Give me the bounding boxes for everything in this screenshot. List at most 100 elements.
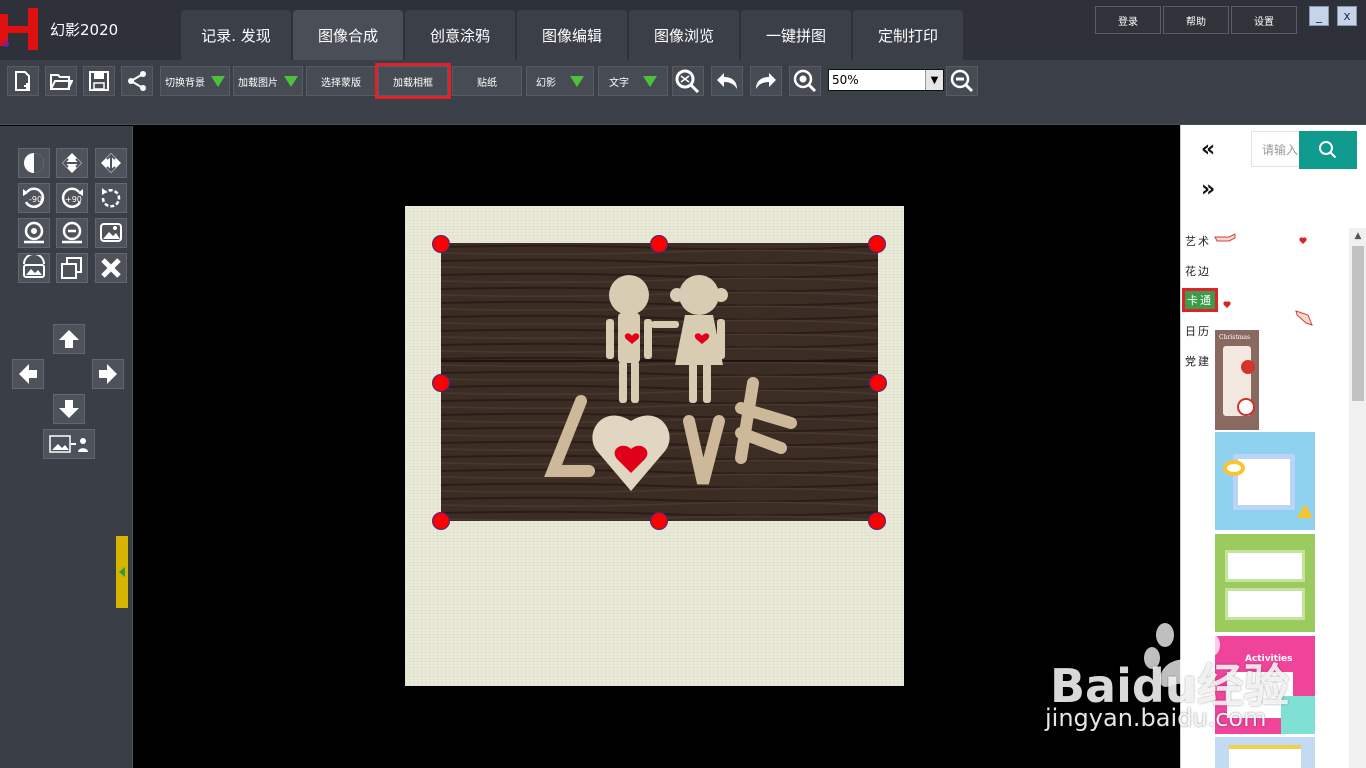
resize-handle-left[interactable] bbox=[432, 374, 450, 392]
category-calendar[interactable]: 日历 bbox=[1185, 323, 1211, 339]
move-left-button[interactable] bbox=[12, 359, 44, 389]
move-right-button[interactable] bbox=[92, 359, 124, 389]
pointing-hand-decoration-icon bbox=[1214, 233, 1236, 242]
select-template-button[interactable]: 选择蒙版 bbox=[306, 66, 376, 96]
copy-layer-button[interactable] bbox=[56, 253, 88, 283]
sticker-button[interactable]: 贴纸 bbox=[452, 66, 522, 96]
tab-custom-print[interactable]: 定制打印 bbox=[853, 10, 963, 60]
resize-handle-top-left[interactable] bbox=[432, 235, 450, 253]
magic-search-icon bbox=[675, 69, 700, 93]
small-heart-icon bbox=[1299, 237, 1307, 244]
app-title: 幻影2020 bbox=[50, 21, 119, 39]
share-button[interactable] bbox=[121, 66, 153, 96]
scroll-up-icon[interactable]: ▲ bbox=[1349, 228, 1366, 244]
zoom-out-button[interactable] bbox=[946, 66, 978, 96]
move-up-button[interactable] bbox=[53, 324, 85, 354]
tab-image-edit[interactable]: 图像编辑 bbox=[517, 10, 627, 60]
settings-button[interactable]: 设置 bbox=[1231, 6, 1297, 34]
rotate-right-icon: +90 bbox=[61, 187, 83, 208]
minimize-button[interactable]: _ bbox=[1309, 6, 1329, 26]
app-window: 幻影2020 记录. 发现 图像合成 创意涂鸦 图像编辑 图像浏览 一键拼图 定… bbox=[0, 0, 1366, 768]
new-file-button[interactable] bbox=[7, 66, 39, 96]
rotate-right-button[interactable]: +90 bbox=[56, 183, 88, 213]
frame-thumbnail-partial[interactable] bbox=[1215, 737, 1315, 768]
load-frame-button[interactable]: 加载相框 bbox=[375, 63, 451, 99]
resize-handle-top-right[interactable] bbox=[868, 235, 886, 253]
flip-horizontal-button[interactable] bbox=[56, 148, 88, 178]
contrast-icon bbox=[24, 153, 44, 173]
tab-image-compose[interactable]: 图像合成 bbox=[293, 10, 403, 60]
phantom-dropdown[interactable]: 幻影 bbox=[526, 66, 594, 96]
frame-thumbnail-pink[interactable]: Activities bbox=[1215, 636, 1315, 734]
frame-thumbnail-christmas[interactable]: Christmas bbox=[1215, 330, 1259, 430]
frame-library-panel: « » 请输入 艺术 花边 卡通 日历 党建 Christmas Activit… bbox=[1180, 125, 1366, 768]
zoom-out-image-button[interactable] bbox=[56, 218, 88, 248]
login-button[interactable]: 登录 bbox=[1095, 6, 1161, 34]
portrait-layer-icon bbox=[49, 435, 88, 453]
frame-thumbnail-blue[interactable] bbox=[1215, 432, 1315, 530]
open-folder-icon bbox=[50, 74, 73, 90]
free-rotate-button[interactable] bbox=[95, 183, 127, 213]
help-button[interactable]: 帮助 bbox=[1163, 6, 1229, 34]
tab-record-discover[interactable]: 记录. 发现 bbox=[181, 10, 291, 60]
category-art[interactable]: 艺术 bbox=[1185, 233, 1211, 249]
prev-page-button[interactable]: « bbox=[1201, 137, 1215, 162]
left-tool-panel: -90 +90 bbox=[0, 126, 133, 768]
open-button[interactable] bbox=[45, 66, 77, 96]
magic-search-button[interactable] bbox=[672, 66, 704, 96]
close-button[interactable]: x bbox=[1337, 6, 1357, 26]
tab-creative-doodle[interactable]: 创意涂鸦 bbox=[405, 10, 515, 60]
chevron-left-icon bbox=[119, 567, 125, 577]
image-adjust-button[interactable] bbox=[18, 253, 50, 283]
redo-button[interactable] bbox=[750, 66, 782, 96]
category-cartoon[interactable]: 卡通 bbox=[1182, 288, 1218, 312]
dropdown-arrow-icon bbox=[643, 75, 657, 87]
chevron-down-icon[interactable]: ▼ bbox=[925, 70, 943, 90]
undo-button[interactable] bbox=[711, 66, 743, 96]
image-fit-button[interactable] bbox=[95, 218, 127, 248]
rotate-left-label: -90 bbox=[29, 195, 42, 204]
zoom-in-button[interactable] bbox=[789, 66, 821, 96]
zoom-level-select[interactable]: 50% ▼ bbox=[828, 69, 944, 91]
resize-handle-top[interactable] bbox=[650, 235, 668, 253]
load-image-dropdown[interactable]: 加载图片 bbox=[233, 66, 303, 96]
resize-handle-bottom-right[interactable] bbox=[868, 512, 886, 530]
dropdown-arrow-icon bbox=[570, 75, 584, 87]
move-down-button[interactable] bbox=[53, 394, 85, 424]
flip-vertical-icon bbox=[101, 153, 121, 173]
flip-horizontal-icon bbox=[62, 153, 82, 173]
category-lace[interactable]: 花边 bbox=[1185, 263, 1211, 279]
switch-background-dropdown[interactable]: 切换背景 bbox=[160, 66, 230, 96]
zoom-in-image-button[interactable] bbox=[18, 218, 50, 248]
portrait-layer-button[interactable] bbox=[43, 429, 95, 459]
collapse-panel-handle[interactable] bbox=[116, 536, 128, 608]
scrollbar[interactable]: ▲ bbox=[1349, 228, 1366, 768]
resize-handle-bottom[interactable] bbox=[650, 512, 668, 530]
arrow-up-icon bbox=[59, 330, 79, 348]
zoom-out-icon bbox=[950, 69, 974, 93]
scrollbar-thumb[interactable] bbox=[1352, 246, 1364, 401]
close-icon bbox=[101, 258, 121, 278]
resize-handle-bottom-left[interactable] bbox=[432, 512, 450, 530]
delete-button[interactable] bbox=[95, 253, 127, 283]
resize-handle-right[interactable] bbox=[869, 374, 887, 392]
next-page-button[interactable]: » bbox=[1201, 177, 1215, 202]
copy-icon bbox=[61, 257, 82, 279]
zoom-level-value: 50% bbox=[832, 73, 859, 87]
tab-image-browse[interactable]: 图像浏览 bbox=[629, 10, 739, 60]
contrast-button[interactable] bbox=[18, 148, 50, 178]
love-photo-layer[interactable] bbox=[441, 243, 878, 521]
tab-one-click-collage[interactable]: 一键拼图 bbox=[741, 10, 851, 60]
frame-thumbnail-green[interactable] bbox=[1215, 534, 1315, 632]
rotate-right-label: +90 bbox=[65, 195, 82, 204]
save-button[interactable] bbox=[83, 66, 115, 96]
small-heart-icon bbox=[1223, 301, 1231, 308]
pointing-hand-decoration-icon bbox=[1295, 310, 1313, 326]
rotate-left-button[interactable]: -90 bbox=[18, 183, 50, 213]
save-icon bbox=[89, 71, 109, 91]
flip-vertical-button[interactable] bbox=[95, 148, 127, 178]
search-input[interactable]: 请输入 bbox=[1251, 131, 1303, 167]
text-dropdown[interactable]: 文字 bbox=[598, 66, 668, 96]
search-button[interactable] bbox=[1299, 131, 1357, 169]
category-party[interactable]: 党建 bbox=[1185, 353, 1211, 369]
